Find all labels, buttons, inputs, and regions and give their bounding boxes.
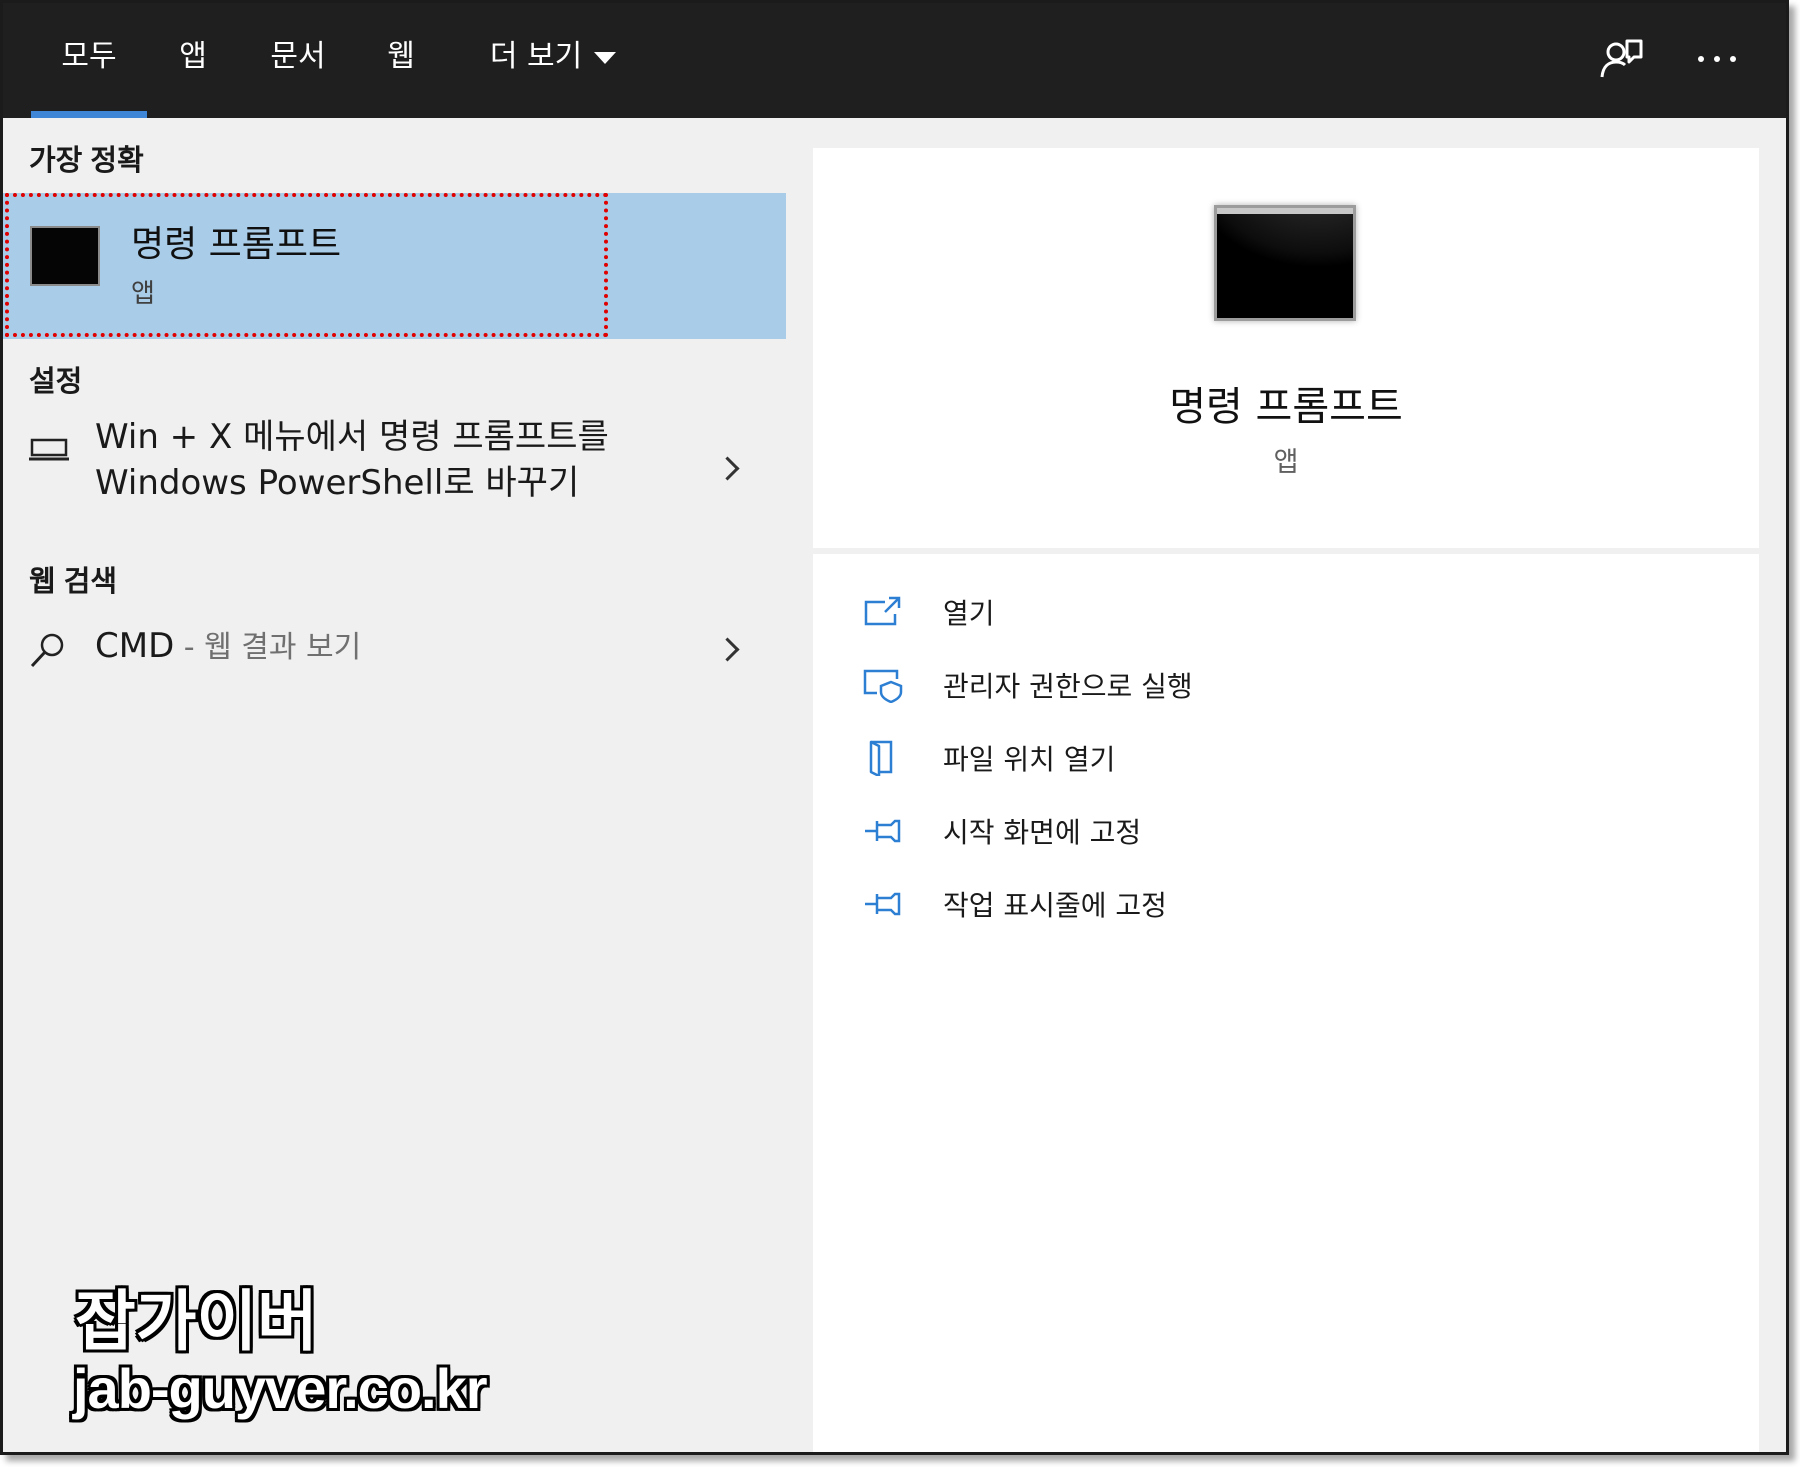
folder-icon bbox=[869, 740, 893, 776]
pin-icon bbox=[865, 819, 901, 843]
tab-web[interactable]: 웹 bbox=[373, 3, 429, 118]
action-open-file-location[interactable]: 파일 위치 열기 bbox=[863, 734, 1263, 784]
preview-header: 명령 프롬프트 앱 bbox=[813, 148, 1759, 554]
preview-title: 명령 프롬프트 bbox=[1169, 384, 1403, 430]
settings-line-1: Win + X 메뉴에서 명령 프롬프트를 bbox=[95, 417, 609, 457]
tab-more[interactable]: 더 보기 bbox=[473, 3, 633, 118]
feedback-icon[interactable] bbox=[1597, 35, 1645, 83]
tab-apps-label: 앱 bbox=[179, 39, 207, 74]
laptop-icon bbox=[29, 438, 69, 461]
action-pin-to-start[interactable]: 시작 화면에 고정 bbox=[863, 807, 1263, 857]
action-open[interactable]: 열기 bbox=[863, 588, 1263, 638]
settings-result[interactable]: Win + X 메뉴에서 명령 프롬프트를 Windows PowerShell… bbox=[3, 417, 786, 528]
best-match-heading: 가장 정확 bbox=[29, 145, 144, 177]
watermark-url: jab-guyver.co.kr bbox=[73, 1357, 488, 1420]
action-pin-to-start-label: 시작 화면에 고정 bbox=[943, 816, 1142, 849]
best-match-title: 명령 프롬프트 bbox=[131, 224, 342, 265]
preview-subtitle: 앱 bbox=[1273, 447, 1299, 478]
preview-pane: 명령 프롬프트 앱 열기 관리자 권한으로 실행 파일 위치 열기 시작 화면에… bbox=[813, 148, 1759, 1452]
open-icon bbox=[864, 596, 901, 626]
web-search-query: CMD bbox=[95, 626, 175, 666]
best-match-subtitle: 앱 bbox=[131, 279, 155, 309]
command-prompt-icon bbox=[1214, 205, 1356, 321]
web-search-heading: 웹 검색 bbox=[29, 566, 118, 598]
best-match-item[interactable]: 명령 프롬프트 앱 bbox=[3, 193, 786, 339]
settings-result-text: Win + X 메뉴에서 명령 프롬프트를 Windows PowerShell… bbox=[95, 414, 609, 506]
search-tab-bar: 모두 앱 문서 웹 더 보기 bbox=[3, 3, 1786, 118]
action-open-label: 열기 bbox=[943, 597, 995, 630]
watermark-title: 잡가이버 bbox=[75, 1284, 318, 1358]
action-run-as-admin-label: 관리자 권한으로 실행 bbox=[943, 670, 1193, 703]
action-pin-to-taskbar[interactable]: 작업 표시줄에 고정 bbox=[863, 880, 1263, 930]
results-pane: 가장 정확 명령 프롬프트 앱 설정 Win + X 메뉴에서 명령 프롬프트를… bbox=[3, 118, 786, 1452]
settings-heading: 설정 bbox=[29, 366, 83, 398]
search-window: 모두 앱 문서 웹 더 보기 가장 정확 명령 프롬프트 앱 설정 Win + … bbox=[0, 0, 1789, 1455]
more-options-icon[interactable] bbox=[1693, 35, 1741, 83]
web-search-text: CMD - 웹 결과 보기 bbox=[95, 623, 361, 671]
tab-all-label: 모두 bbox=[61, 39, 117, 74]
action-open-file-location-label: 파일 위치 열기 bbox=[943, 743, 1116, 776]
admin-shield-icon bbox=[863, 669, 903, 703]
tab-documents-label: 문서 bbox=[270, 39, 326, 74]
tab-web-label: 웹 bbox=[387, 39, 415, 74]
tab-documents[interactable]: 문서 bbox=[258, 3, 338, 118]
web-search-result[interactable]: CMD - 웹 결과 보기 bbox=[3, 623, 786, 683]
tab-more-label: 더 보기 bbox=[489, 39, 583, 74]
chevron-right-icon bbox=[715, 456, 740, 481]
command-prompt-icon bbox=[30, 226, 100, 286]
tab-all[interactable]: 모두 bbox=[31, 3, 147, 118]
action-pin-to-taskbar-label: 작업 표시줄에 고정 bbox=[943, 889, 1167, 922]
action-run-as-admin[interactable]: 관리자 권한으로 실행 bbox=[863, 661, 1263, 711]
web-search-suffix: - 웹 결과 보기 bbox=[174, 630, 362, 665]
search-icon bbox=[30, 633, 64, 668]
chevron-right-icon bbox=[715, 637, 740, 662]
settings-line-2: Windows PowerShell로 바꾸기 bbox=[95, 463, 580, 503]
pin-icon bbox=[865, 892, 901, 916]
tab-apps[interactable]: 앱 bbox=[165, 3, 221, 118]
chevron-down-icon bbox=[594, 51, 617, 64]
